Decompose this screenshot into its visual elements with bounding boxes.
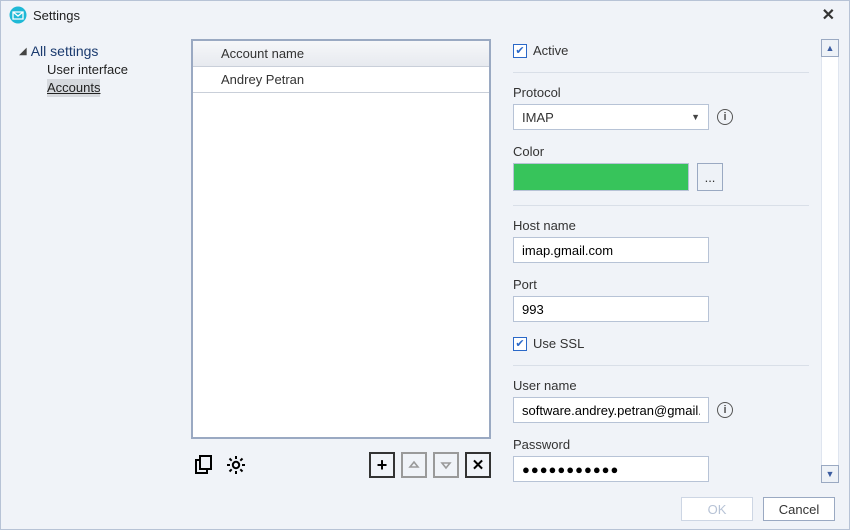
checkbox-checked-icon: ✔ <box>513 44 527 58</box>
app-icon <box>9 6 27 24</box>
protocol-value: IMAP <box>522 110 554 125</box>
separator <box>513 205 809 206</box>
host-label: Host name <box>513 218 809 233</box>
info-icon[interactable]: i <box>717 402 733 418</box>
protocol-select[interactable]: IMAP ▼ <box>513 104 709 130</box>
password-label: Password <box>513 437 809 452</box>
active-label: Active <box>533 43 568 58</box>
username-label: User name <box>513 378 809 393</box>
checkbox-checked-icon: ✔ <box>513 337 527 351</box>
ok-button[interactable]: OK <box>681 497 753 521</box>
info-icon[interactable]: i <box>717 109 733 125</box>
port-label: Port <box>513 277 809 292</box>
accounts-pane: Account name Andrey Petran <box>191 39 491 483</box>
color-label: Color <box>513 144 809 159</box>
color-swatch[interactable] <box>513 163 689 191</box>
ssl-checkbox[interactable]: ✔ Use SSL <box>513 336 809 351</box>
move-down-button[interactable] <box>433 452 459 478</box>
protocol-label: Protocol <box>513 85 809 100</box>
content-area: ◢ All settings User interface Accounts A… <box>1 29 849 489</box>
chevron-down-icon: ◢ <box>19 46 27 57</box>
gear-icon[interactable] <box>223 452 249 478</box>
account-row[interactable]: Andrey Petran <box>193 67 489 93</box>
host-input[interactable] <box>513 237 709 263</box>
separator <box>513 365 809 366</box>
tree-item-user-interface[interactable]: User interface <box>47 61 128 79</box>
accounts-toolbar: + ✕ <box>191 447 491 483</box>
password-input[interactable] <box>513 456 709 482</box>
form-scrollbar: ▲ ▼ <box>821 39 839 483</box>
close-icon[interactable]: ✕ <box>816 5 841 25</box>
port-input[interactable] <box>513 296 709 322</box>
separator <box>513 72 809 73</box>
cancel-button[interactable]: Cancel <box>763 497 835 521</box>
settings-tree: ◢ All settings User interface Accounts <box>11 39 181 483</box>
settings-window: Settings ✕ ◢ All settings User interface… <box>0 0 850 530</box>
username-input[interactable] <box>513 397 709 423</box>
window-title: Settings <box>33 8 816 23</box>
accounts-list-header[interactable]: Account name <box>193 41 489 67</box>
add-button[interactable]: + <box>369 452 395 478</box>
scroll-up-button[interactable]: ▲ <box>821 39 839 57</box>
dialog-footer: OK Cancel <box>1 489 849 529</box>
color-picker-button[interactable]: ... <box>697 163 723 191</box>
tree-item-accounts[interactable]: Accounts <box>47 79 100 97</box>
tree-root-label: All settings <box>31 43 99 59</box>
scrollbar-track[interactable] <box>821 57 839 465</box>
duplicate-icon[interactable] <box>191 452 217 478</box>
tree-root[interactable]: ◢ All settings <box>19 43 181 59</box>
titlebar: Settings ✕ <box>1 1 849 29</box>
chevron-down-icon: ▼ <box>691 112 700 122</box>
account-form: ✔ Active Protocol IMAP ▼ i Color <box>509 39 839 483</box>
remove-button[interactable]: ✕ <box>465 452 491 478</box>
accounts-list: Account name Andrey Petran <box>191 39 491 439</box>
scroll-down-button[interactable]: ▼ <box>821 465 839 483</box>
ssl-label: Use SSL <box>533 336 584 351</box>
move-up-button[interactable] <box>401 452 427 478</box>
active-checkbox[interactable]: ✔ Active <box>513 43 809 58</box>
